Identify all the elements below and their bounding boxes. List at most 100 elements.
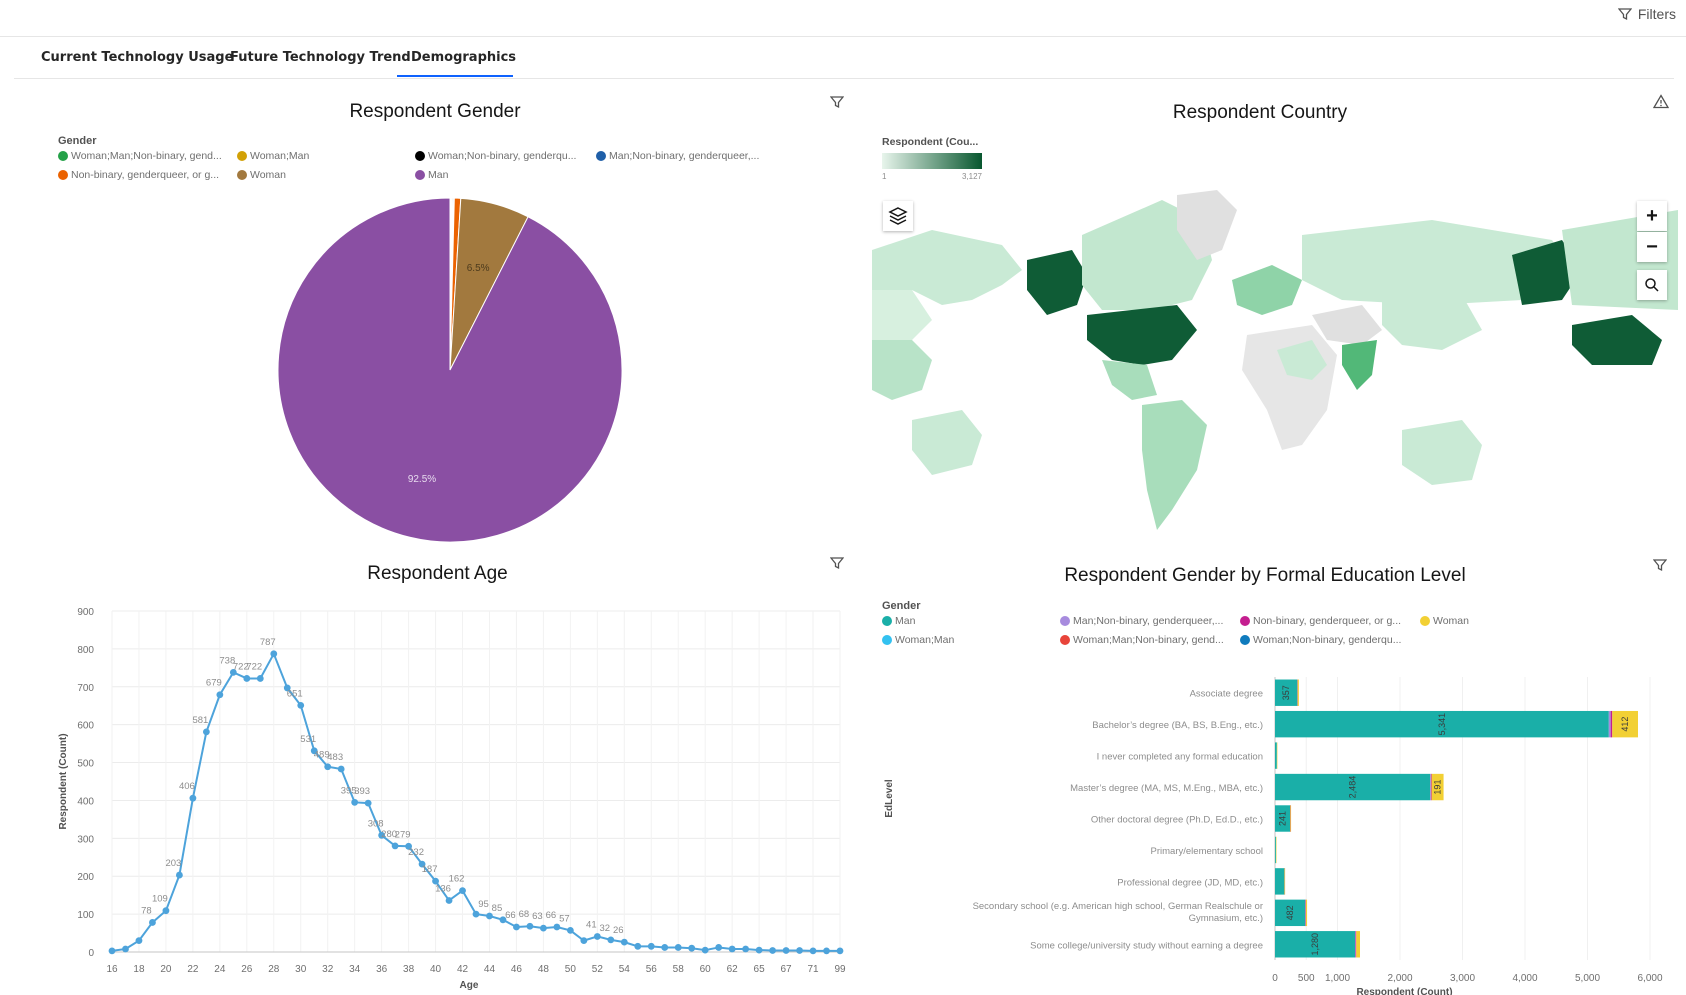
age-data-point[interactable] [176, 871, 183, 879]
age-data-point[interactable] [391, 842, 399, 850]
age-data-point[interactable] [823, 947, 830, 955]
age-data-point[interactable] [701, 946, 709, 954]
age-data-point[interactable] [135, 937, 143, 945]
gender-legend-item[interactable]: Man [415, 169, 448, 181]
age-data-point[interactable] [202, 728, 210, 736]
age-data-point[interactable] [526, 922, 534, 930]
age-data-point[interactable] [459, 887, 466, 895]
gender-legend-item[interactable]: Woman [237, 169, 286, 181]
age-data-point[interactable] [674, 944, 682, 951]
age-data-point[interactable] [297, 701, 305, 709]
map-region-asia-west[interactable] [872, 290, 932, 340]
map-search-button[interactable] [1637, 270, 1667, 300]
age-data-point[interactable] [715, 944, 723, 951]
tab-current-technology-usage[interactable]: Current Technology Usage [41, 50, 233, 65]
age-data-point[interactable] [122, 945, 129, 953]
map-layers-button[interactable] [883, 201, 913, 231]
bar-segment[interactable] [1297, 679, 1299, 706]
edu-legend-item[interactable]: Woman;Non-binary, genderqu... [1240, 634, 1401, 646]
edu-legend-item[interactable]: Man;Non-binary, genderqueer,... [1060, 615, 1223, 627]
age-data-point[interactable] [149, 919, 156, 926]
bar-segment[interactable] [1275, 836, 1276, 864]
bar-segment[interactable] [1430, 773, 1432, 801]
map-region-india[interactable] [1342, 340, 1377, 390]
gender-legend-item[interactable]: Non-binary, genderqueer, or g... [58, 169, 219, 181]
map-region-south-america[interactable] [1142, 400, 1207, 530]
bar-segment[interactable] [1275, 868, 1285, 895]
bar-segment[interactable] [1276, 742, 1278, 769]
age-data-point[interactable] [688, 944, 696, 952]
filter-icon[interactable] [1653, 558, 1667, 572]
age-data-point[interactable] [540, 924, 547, 932]
edu-legend-item[interactable]: Woman [1420, 615, 1469, 627]
age-data-point[interactable] [337, 765, 345, 773]
age-data-point[interactable] [728, 945, 736, 953]
age-data-point[interactable] [620, 938, 628, 946]
edu-legend-item[interactable]: Non-binary, genderqueer, or g... [1240, 615, 1401, 627]
bar-segment[interactable] [1305, 899, 1308, 927]
age-data-point[interactable] [472, 910, 480, 918]
bar-segment[interactable] [1275, 836, 1277, 864]
map-region-usa[interactable] [1087, 305, 1197, 365]
pie-slice[interactable] [277, 197, 623, 543]
bar-segment[interactable] [1355, 931, 1357, 958]
age-data-point[interactable] [243, 675, 251, 682]
filters-button[interactable]: Filters [1617, 6, 1676, 22]
tab-future-technology-trend[interactable]: Future Technology Trend [230, 50, 411, 65]
bar-segment[interactable] [1284, 868, 1286, 895]
age-data-point[interactable] [270, 650, 278, 658]
age-data-point[interactable] [513, 923, 520, 931]
tab-demographics[interactable]: Demographics [411, 50, 516, 65]
warning-icon[interactable] [1653, 94, 1669, 109]
age-data-point[interactable] [566, 927, 574, 934]
edu-legend-item[interactable]: Man [882, 615, 915, 627]
gender-legend-item[interactable]: Woman;Man [237, 150, 309, 162]
age-data-point[interactable] [162, 907, 170, 915]
age-data-point[interactable] [364, 799, 372, 807]
age-data-point[interactable] [607, 936, 615, 944]
age-data-point[interactable] [189, 794, 197, 802]
map-region-alaska[interactable] [1027, 250, 1087, 315]
age-data-point[interactable] [809, 947, 817, 955]
map-region-australia[interactable] [912, 410, 982, 475]
gender-legend-item[interactable]: Woman;Non-binary, genderqu... [415, 150, 576, 162]
age-data-point[interactable] [769, 947, 776, 954]
edu-legend-item[interactable]: Woman;Man;Non-binary, gend... [1060, 634, 1224, 646]
edu-legend-item[interactable]: Woman;Man [882, 634, 954, 646]
world-choropleth-map[interactable] [872, 190, 1678, 542]
map-region-australia[interactable] [1402, 420, 1482, 485]
age-data-point[interactable] [836, 947, 844, 955]
gender-legend-item[interactable]: Man;Non-binary, genderqueer,... [596, 150, 759, 162]
age-data-point[interactable] [593, 933, 601, 940]
age-data-point[interactable] [634, 942, 642, 950]
map-region-mexico[interactable] [1102, 360, 1157, 400]
bar-segment[interactable] [1275, 742, 1277, 769]
map-region-southeast-asia[interactable] [872, 340, 932, 400]
bar-segment[interactable] [1610, 710, 1613, 738]
age-data-point[interactable] [647, 942, 655, 950]
age-data-point[interactable] [755, 946, 763, 954]
age-data-point[interactable] [782, 947, 790, 954]
age-data-point[interactable] [661, 944, 669, 951]
bar-segment[interactable] [1356, 931, 1360, 958]
gender-legend-item[interactable]: Woman;Man;Non-binary, gend... [58, 150, 222, 162]
filter-icon[interactable] [830, 556, 844, 570]
bar-segment[interactable] [1430, 773, 1431, 801]
age-data-point[interactable] [256, 675, 264, 682]
age-data-point[interactable] [108, 947, 116, 955]
filter-icon[interactable] [830, 95, 844, 109]
age-data-point[interactable] [796, 947, 803, 954]
bar-segment[interactable] [1355, 931, 1356, 958]
age-data-point[interactable] [216, 691, 224, 699]
map-zoom-in-button[interactable]: + [1637, 201, 1667, 231]
age-data-point[interactable] [351, 798, 359, 806]
age-data-point[interactable] [324, 763, 332, 771]
map-region-europe[interactable] [1232, 265, 1302, 315]
age-data-point[interactable] [553, 923, 561, 931]
map-region-china[interactable] [1382, 295, 1482, 350]
age-data-point[interactable] [580, 937, 588, 945]
age-data-point[interactable] [445, 897, 453, 904]
map-zoom-out-button[interactable]: − [1637, 232, 1667, 262]
bar-segment[interactable] [1290, 805, 1292, 832]
map-region-africa[interactable] [1242, 325, 1337, 450]
